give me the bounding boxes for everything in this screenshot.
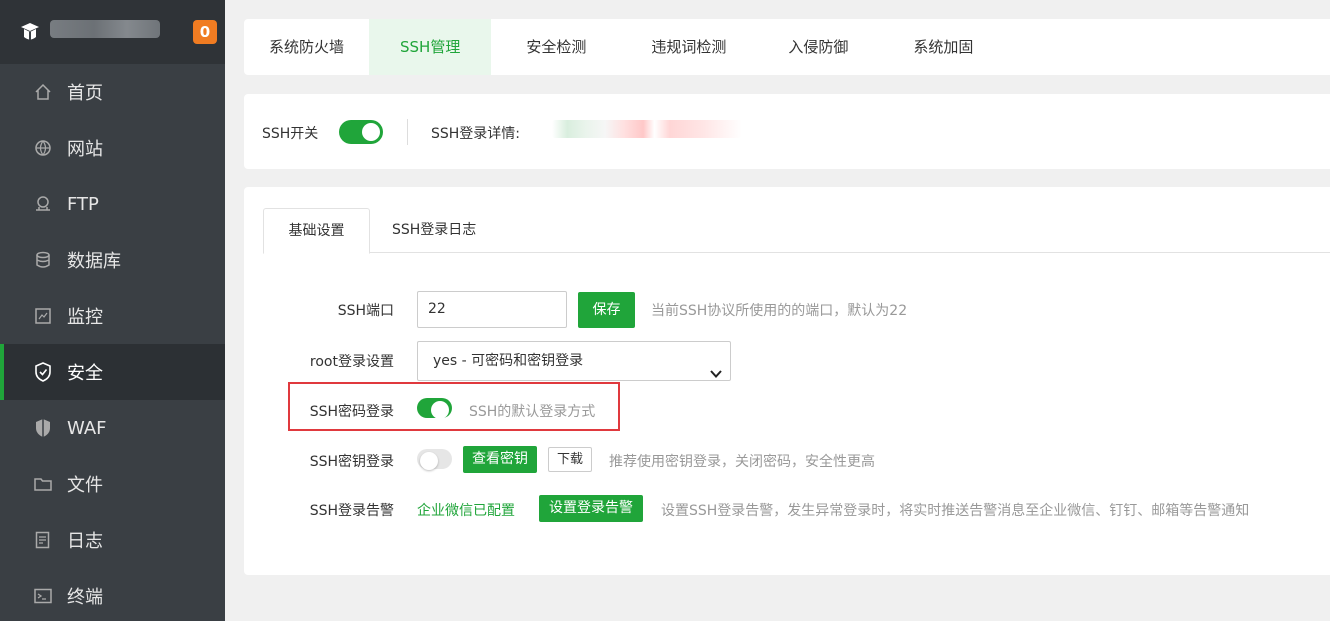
ssh-switch-label: SSH开关 xyxy=(262,126,319,142)
tab-firewall[interactable]: 系统防火墙 xyxy=(244,19,369,75)
ssh-login-detail-redacted xyxy=(552,120,742,138)
root-login-selected-value: yes - 可密码和密钥登录 xyxy=(433,353,584,369)
sidebar-item-security[interactable]: 安全 xyxy=(0,344,225,400)
ssh-login-alert-hint: 设置SSH登录告警，发生异常登录时，将实时推送告警消息至企业微信、钉钉、邮箱等告… xyxy=(661,503,1250,519)
sidebar-item-label: 监控 xyxy=(67,307,103,328)
sidebar-item-home[interactable]: 首页 xyxy=(0,64,225,120)
root-login-select[interactable]: yes - 可密码和密钥登录 xyxy=(417,341,731,381)
ssh-status-bar: SSH开关 SSH登录详情: xyxy=(244,94,1330,169)
ssh-login-detail-label: SSH登录详情: xyxy=(431,126,521,142)
ssh-port-label: SSH端口 xyxy=(337,303,394,319)
sidebar-item-website[interactable]: 网站 xyxy=(0,120,225,176)
hostname-redacted xyxy=(50,20,160,38)
sidebar-item-monitor[interactable]: 监控 xyxy=(0,288,225,344)
ssh-settings-card: 基础设置 SSH登录日志 SSH端口 22 保存 当前SSH协议所使用的的端口，… xyxy=(244,187,1330,575)
ssh-key-login-label: SSH密钥登录 xyxy=(309,454,394,470)
sidebar-item-files[interactable]: 文件 xyxy=(0,456,225,512)
download-key-button[interactable]: 下载 xyxy=(548,447,592,472)
sidebar-item-label: WAF xyxy=(67,417,107,439)
save-button[interactable]: 保存 xyxy=(578,292,635,328)
sidebar-header: 0 xyxy=(0,0,225,64)
monitor-icon xyxy=(33,306,53,326)
ssh-password-login-hint: SSH的默认登录方式 xyxy=(469,404,596,420)
waf-shield-icon xyxy=(33,418,53,438)
chevron-down-icon xyxy=(710,356,722,378)
logo-icon xyxy=(18,20,42,44)
log-icon xyxy=(33,530,53,550)
sidebar-nav: 首页 网站 FTP 数据库 监控 安全 WAF 文件 日志 终端 xyxy=(0,64,225,621)
root-login-label: root登录设置 xyxy=(309,354,394,370)
ssh-switch-toggle[interactable] xyxy=(339,120,383,144)
sidebar-item-label: 数据库 xyxy=(67,251,121,272)
shield-icon xyxy=(33,362,53,382)
sidebar-item-label: 日志 xyxy=(67,531,103,552)
sidebar-item-label: 终端 xyxy=(67,587,103,608)
tab-system-hardening[interactable]: 系统加固 xyxy=(880,19,1006,75)
home-icon xyxy=(33,82,53,102)
tab-intrusion-prevention[interactable]: 入侵防御 xyxy=(756,19,880,75)
tab-ssh-login-log[interactable]: SSH登录日志 xyxy=(392,208,476,253)
sidebar-item-label: FTP xyxy=(67,193,99,215)
ftp-icon xyxy=(33,194,53,214)
ssh-port-input[interactable]: 22 xyxy=(417,291,567,328)
ssh-port-hint: 当前SSH协议所使用的的端口，默认为22 xyxy=(651,303,908,319)
sidebar-item-database[interactable]: 数据库 xyxy=(0,232,225,288)
database-icon xyxy=(33,250,53,270)
ssh-password-login-label: SSH密码登录 xyxy=(309,404,394,420)
notification-badge[interactable]: 0 xyxy=(193,20,217,44)
sidebar-item-label: 网站 xyxy=(67,139,103,160)
sidebar-item-terminal[interactable]: 终端 xyxy=(0,568,225,621)
ssh-login-alert-label: SSH登录告警 xyxy=(309,503,394,519)
folder-icon xyxy=(33,474,53,494)
tab-basic-settings[interactable]: 基础设置 xyxy=(263,208,370,254)
sidebar-item-label: 安全 xyxy=(67,363,103,384)
sidebar-item-logs[interactable]: 日志 xyxy=(0,512,225,568)
ssh-password-login-toggle[interactable] xyxy=(417,398,452,419)
divider xyxy=(407,119,408,145)
ssh-key-login-hint: 推荐使用密钥登录，关闭密码，安全性更高 xyxy=(609,454,875,470)
sidebar-item-label: 首页 xyxy=(67,83,103,104)
sidebar-item-waf[interactable]: WAF xyxy=(0,400,225,456)
view-key-button[interactable]: 查看密钥 xyxy=(463,446,537,473)
sub-tabs: 基础设置 SSH登录日志 xyxy=(263,208,1330,254)
security-tabs: 系统防火墙 SSH管理 安全检测 违规词检测 入侵防御 系统加固 xyxy=(244,19,1330,75)
set-login-alert-button[interactable]: 设置登录告警 xyxy=(539,495,643,522)
terminal-icon xyxy=(33,586,53,606)
tab-forbidden-words[interactable]: 违规词检测 xyxy=(621,19,756,75)
tab-security-check[interactable]: 安全检测 xyxy=(491,19,621,75)
sidebar-item-ftp[interactable]: FTP xyxy=(0,176,225,232)
sidebar-item-label: 文件 xyxy=(67,475,103,496)
globe-icon xyxy=(33,138,53,158)
tab-ssh-management[interactable]: SSH管理 xyxy=(369,19,492,75)
alert-status-link[interactable]: 企业微信已配置 xyxy=(417,500,515,520)
sidebar: 0 首页 网站 FTP 数据库 监控 安全 WAF 文件 日志 终端 xyxy=(0,0,225,621)
ssh-key-login-toggle[interactable] xyxy=(417,449,452,470)
